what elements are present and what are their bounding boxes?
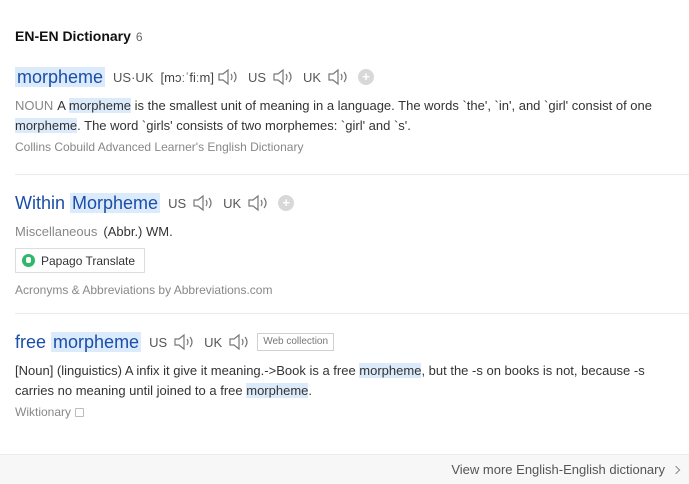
papago-translate-button[interactable]: Papago Translate xyxy=(15,248,146,273)
external-link-icon[interactable] xyxy=(75,408,85,418)
entry-word-link[interactable]: free morpheme xyxy=(15,331,142,353)
speaker-icon[interactable] xyxy=(229,333,251,351)
papago-icon xyxy=(22,254,35,267)
entry-word-link[interactable]: morpheme xyxy=(15,66,106,88)
pronunciation-us: US xyxy=(248,68,295,86)
definition-segment: is the smallest unit of meaning in a lan… xyxy=(131,98,652,113)
papago-label: Papago Translate xyxy=(41,253,136,268)
entry-word-link[interactable]: Within Morpheme xyxy=(15,192,161,214)
pron-us-label: US xyxy=(247,69,266,85)
speaker-icon[interactable] xyxy=(328,68,350,86)
speaker-icon[interactable] xyxy=(193,194,215,212)
entry-word-highlight: Morpheme xyxy=(70,192,161,213)
web-collection-tag: Web collection xyxy=(257,333,335,351)
entry-source[interactable]: Acronyms & Abbreviations by Abbreviation… xyxy=(15,283,689,297)
pron-uk-label: UK xyxy=(303,69,322,85)
chevron-right-icon xyxy=(671,465,681,474)
part-of-speech: NOUN xyxy=(15,98,54,113)
misc-definition: Miscellaneous (Abbr.) WM. xyxy=(15,224,689,239)
add-wordbook-plus-icon[interactable]: + xyxy=(278,195,295,211)
misc-text: (Abbr.) WM. xyxy=(103,224,173,239)
pron-uk-label: UK xyxy=(223,195,242,211)
dictionary-header: EN-EN Dictionary 6 xyxy=(15,28,143,44)
definition-text: [Noun] (linguistics) A infix it give it … xyxy=(15,361,680,401)
entry-within-morpheme: Within Morpheme US UK + Miscellaneous (Ab… xyxy=(15,190,689,297)
add-wordbook-plus-icon[interactable]: + xyxy=(358,69,375,85)
pron-us-label: US xyxy=(149,334,168,350)
misc-category: Miscellaneous xyxy=(15,224,98,239)
entry-source[interactable]: Wiktionary xyxy=(15,405,71,419)
entry-word-plain: free xyxy=(15,331,52,352)
definition-highlight: morpheme xyxy=(246,383,309,398)
view-more-link[interactable]: View more English-English dictionary xyxy=(451,462,681,477)
definition-highlight: morpheme xyxy=(68,98,131,113)
speaker-icon[interactable] xyxy=(248,194,270,212)
footer-bar: View more English-English dictionary xyxy=(0,454,689,484)
definition-segment: . The word `girls' consists of two morph… xyxy=(77,118,411,133)
entry-word-plain: Within xyxy=(15,192,71,213)
definition-highlight: morpheme xyxy=(15,118,78,133)
entry-source-row: Wiktionary xyxy=(15,405,689,419)
pronunciation-us: US xyxy=(168,194,215,212)
definition-highlight: morpheme xyxy=(359,363,422,378)
speaker-icon[interactable] xyxy=(174,333,196,351)
speaker-icon[interactable] xyxy=(218,68,240,86)
pron-uk-label: UK xyxy=(204,334,223,350)
pronunciation-uk: UK xyxy=(303,68,350,86)
divider xyxy=(15,174,689,175)
entry-morpheme: morpheme US·UK [mɔːˈfiːm] US UK + NOUN A … xyxy=(15,64,689,154)
definition-segment: A xyxy=(57,98,69,113)
definition-text: NOUN A morpheme is the smallest unit of m… xyxy=(15,96,680,136)
pronunciation-uk: UK xyxy=(223,194,270,212)
entry-word-highlight: morpheme xyxy=(51,331,142,352)
definition-segment: . xyxy=(308,383,313,398)
dictionary-title: EN-EN Dictionary xyxy=(15,28,131,44)
definition-segment: [Noun] (linguistics) A infix it give it … xyxy=(15,363,360,378)
result-count: 6 xyxy=(135,30,143,44)
pronunciation-us: US xyxy=(149,333,196,351)
divider xyxy=(15,313,689,314)
view-more-label: View more English-English dictionary xyxy=(451,462,665,477)
pronunciation-usuk: US·UK [mɔːˈfiːm] xyxy=(113,68,240,86)
entry-word: morpheme xyxy=(15,66,106,87)
entry-source[interactable]: Collins Cobuild Advanced Learner's Engli… xyxy=(15,140,689,154)
pron-us-label: US xyxy=(168,195,187,211)
pron-usuk-label: US·UK xyxy=(113,69,154,85)
ipa-text: [mɔːˈfiːm] xyxy=(160,69,214,85)
speaker-icon[interactable] xyxy=(273,68,295,86)
pronunciation-uk: UK xyxy=(204,333,251,351)
entry-free-morpheme: free morpheme US UK Web collection [Noun… xyxy=(15,329,689,419)
